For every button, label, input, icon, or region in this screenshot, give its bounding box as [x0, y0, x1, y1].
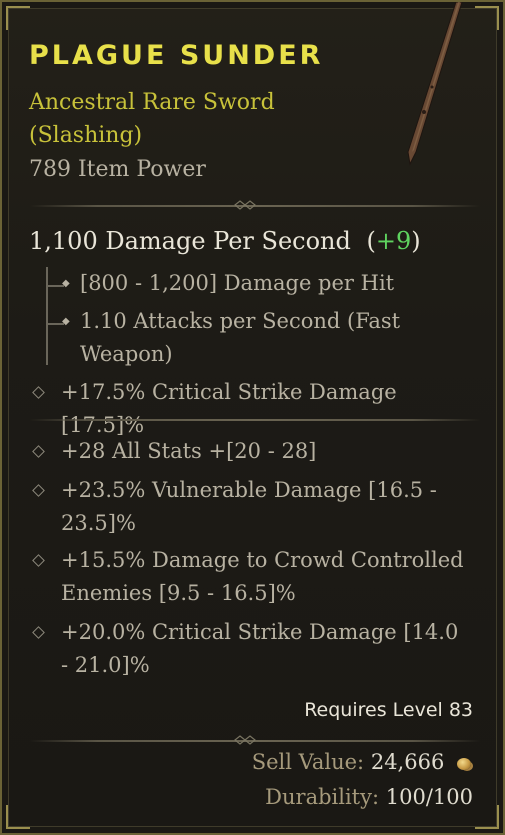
sell-value-label: Sell Value:: [251, 750, 365, 774]
affix-text: +20.0% Critical Strike Damage [14.0 - 21…: [61, 620, 459, 677]
item-power: 789 Item Power: [29, 157, 206, 182]
item-name: PLAGUE SUNDER: [29, 40, 324, 71]
affix-text: +23.5% Vulnerable Damage [16.5 - 23.5]%: [61, 478, 437, 535]
diamond-bullet-icon: [32, 445, 45, 458]
sword-art-icon: [407, 2, 463, 166]
durability: Durability: 100/100: [265, 785, 473, 809]
sell-value-amount: 24,666: [370, 750, 445, 774]
affix-text: +28 All Stats +[20 - 28]: [61, 439, 317, 463]
dps-close-paren: ): [411, 227, 421, 255]
damage-per-second: 1,100 Damage Per Second (+9): [29, 227, 421, 255]
dps-value: 1,100 Damage Per Second: [29, 227, 351, 255]
dps-open-paren: (: [366, 227, 376, 255]
diamond-bullet-icon: [32, 554, 45, 567]
divider: [30, 419, 480, 421]
durability-label: Durability:: [265, 785, 380, 809]
implicit-stat-text: +17.5% Critical Strike Damage [17.5]%: [61, 380, 397, 437]
sell-value: Sell Value: 24,666: [252, 750, 471, 774]
diamond-bullet-icon: [32, 626, 45, 639]
damage-per-hit: [800 - 1,200] Damage per Hit: [80, 271, 395, 295]
item-type-line: Ancestral Rare Sword: [29, 90, 275, 115]
item-type: Ancestral Rare Sword (Slashing): [29, 86, 329, 152]
diamond-bullet-icon: [32, 484, 45, 497]
frame-corner: [6, 805, 30, 829]
branch-arrow-icon: ◆: [62, 278, 70, 289]
frame-corner: [475, 805, 499, 829]
item-type-line: (Slashing): [29, 123, 143, 148]
durability-value: 100/100: [385, 785, 473, 809]
item-tooltip: PLAGUE SUNDER Ancestral Rare Sword (Slas…: [0, 0, 505, 835]
affix-text: +15.5% Damage to Crowd Controlled Enemie…: [61, 548, 464, 605]
dps-bonus: +9: [375, 227, 412, 255]
branch-arrow-icon: ◆: [62, 316, 70, 327]
divider-ornament-icon: [234, 735, 256, 745]
attacks-per-second: 1.10 Attacks per Second (Fast Weapon): [80, 309, 401, 366]
frame-corner: [475, 6, 499, 30]
requires-level: Requires Level 83: [304, 699, 473, 721]
branch-line: [46, 267, 48, 365]
divider-ornament-icon: [234, 200, 256, 210]
gold-coin-icon: [457, 757, 471, 770]
frame-corner: [6, 6, 30, 30]
diamond-bullet-icon: [32, 386, 45, 399]
